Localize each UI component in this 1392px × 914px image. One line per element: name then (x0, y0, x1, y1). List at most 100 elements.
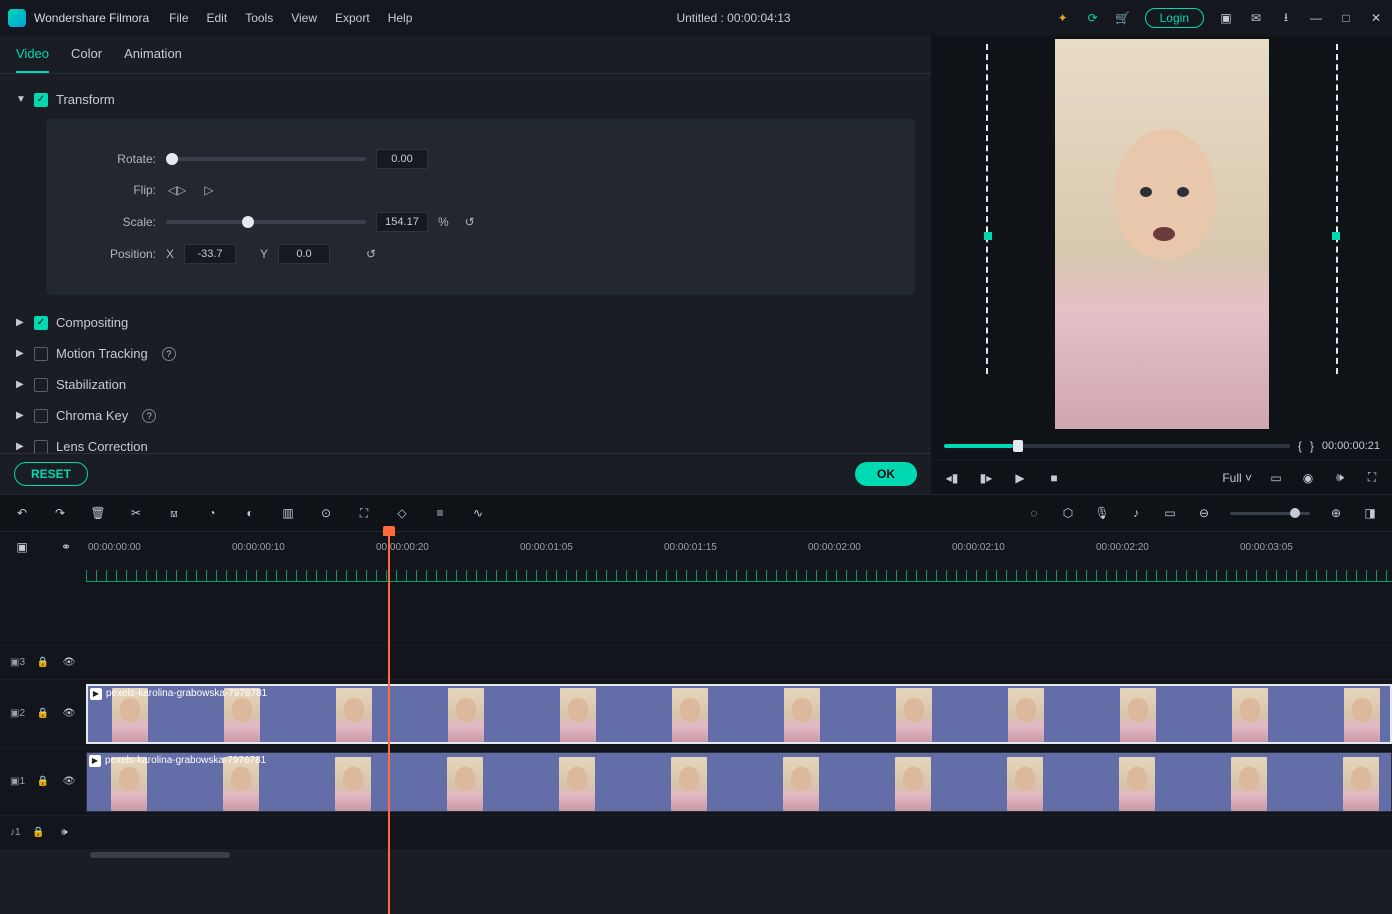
position-x-value[interactable]: -33.7 (184, 244, 236, 264)
lens-correction-checkbox[interactable] (34, 440, 48, 454)
save-icon[interactable]: ▣ (1218, 10, 1234, 26)
tab-animation[interactable]: Animation (124, 46, 182, 73)
ratio-icon[interactable]: ▭ (1162, 505, 1178, 521)
flip-horizontal-icon[interactable]: ◁▷ (166, 179, 188, 201)
timeline-ruler[interactable]: ▣ ⚭ 00:00:00:00 00:00:00:10 00:00:00:20 … (0, 532, 1392, 562)
help-icon[interactable]: ? (162, 347, 176, 361)
tab-color[interactable]: Color (71, 46, 102, 73)
section-chroma-key[interactable]: ▶ Chroma Key ? (16, 400, 915, 431)
crop-icon[interactable]: ⟏ (166, 505, 182, 521)
window-maximize-icon[interactable]: □ (1338, 10, 1354, 26)
delete-icon[interactable]: 🗑 (90, 505, 106, 521)
next-frame-icon[interactable]: ▮▸ (978, 470, 994, 486)
play-icon[interactable]: ▶ (1012, 470, 1028, 486)
cart-icon[interactable]: 🛒 (1115, 10, 1131, 26)
media-pool-icon[interactable]: ▣ (14, 539, 30, 555)
section-lens-correction[interactable]: ▶ Lens Correction (16, 431, 915, 453)
download-icon[interactable]: ⭳ (1278, 10, 1294, 26)
undo-icon[interactable]: ↶ (14, 505, 30, 521)
position-y-value[interactable]: 0.0 (278, 244, 330, 264)
keyframe-icon[interactable]: ◇ (394, 505, 410, 521)
tab-video[interactable]: Video (16, 46, 49, 73)
menu-help[interactable]: Help (388, 11, 413, 25)
position-reset-icon[interactable]: ↺ (360, 243, 382, 265)
color-icon[interactable]: ◐ (242, 505, 258, 521)
link-icon[interactable]: ⚭ (58, 539, 74, 555)
zoom-out-icon[interactable]: ⊖ (1196, 505, 1212, 521)
display-icon[interactable]: ▭ (1268, 470, 1284, 486)
section-compositing[interactable]: ▶ ✓ Compositing (16, 307, 915, 338)
ok-button[interactable]: OK (855, 462, 917, 486)
menu-file[interactable]: File (169, 11, 188, 25)
lock-icon[interactable]: 🔒 (35, 655, 51, 671)
fit-icon[interactable]: ⛶ (356, 505, 372, 521)
split-icon[interactable]: ✂ (128, 505, 144, 521)
lock-icon[interactable]: 🔒 (35, 706, 51, 722)
preview-progress[interactable] (944, 444, 1290, 448)
timeline-scrollbar[interactable] (0, 850, 1392, 860)
scale-reset-icon[interactable]: ↺ (459, 211, 481, 233)
eye-icon[interactable]: 👁 (61, 655, 77, 671)
adjust-icon[interactable]: ≡ (432, 505, 448, 521)
track-a1: ♪1 🔒 🕪 (0, 816, 1392, 850)
zoom-slider[interactable] (1230, 512, 1310, 515)
menu-tools[interactable]: Tools (245, 11, 273, 25)
refresh-icon[interactable]: ⟳ (1085, 10, 1101, 26)
bracket-right-icon[interactable]: } (1310, 439, 1314, 453)
video-clip[interactable]: ▶pexels-karolina-grabowska-7976781 (86, 752, 1392, 812)
eye-icon[interactable]: 👁 (61, 706, 77, 722)
snapshot-icon[interactable]: ◉ (1300, 470, 1316, 486)
ruler-tick: 00:00:00:10 (232, 542, 285, 553)
render-icon[interactable]: ◌ (1026, 505, 1042, 521)
compositing-checkbox[interactable]: ✓ (34, 316, 48, 330)
video-clip[interactable]: ▶pexels-karolina-grabowska-7976781 (86, 684, 1392, 744)
audio-icon[interactable]: ∿ (470, 505, 486, 521)
section-stabilization[interactable]: ▶ Stabilization (16, 369, 915, 400)
prev-frame-icon[interactable]: ◂▮ (944, 470, 960, 486)
menu-export[interactable]: Export (335, 11, 370, 25)
window-minimize-icon[interactable]: — (1308, 10, 1324, 26)
stop-icon[interactable]: ■ (1046, 470, 1062, 486)
crop-handle-icon[interactable] (1332, 232, 1340, 240)
track-empty[interactable] (0, 574, 1392, 646)
speed-icon[interactable]: ◔ (204, 505, 220, 521)
eye-icon[interactable]: 👁 (61, 774, 77, 790)
mail-icon[interactable]: ✉ (1248, 10, 1264, 26)
voiceover-icon[interactable]: 🎙 (1094, 505, 1110, 521)
section-transform[interactable]: ▼ ✓ Transform (16, 86, 915, 113)
chroma-key-checkbox[interactable] (34, 409, 48, 423)
duration-icon[interactable]: ⊙ (318, 505, 334, 521)
volume-icon[interactable]: 🕪 (1332, 470, 1348, 486)
transform-checkbox[interactable]: ✓ (34, 93, 48, 107)
rotate-slider[interactable] (166, 157, 366, 161)
login-button[interactable]: Login (1145, 8, 1204, 28)
lock-icon[interactable]: 🔒 (35, 774, 51, 790)
stabilization-checkbox[interactable] (34, 378, 48, 392)
scale-value[interactable]: 154.17 (376, 212, 428, 232)
help-icon[interactable]: ? (142, 409, 156, 423)
preview-canvas[interactable] (932, 36, 1392, 432)
window-close-icon[interactable]: ✕ (1368, 10, 1384, 26)
menu-view[interactable]: View (291, 11, 317, 25)
flip-vertical-icon[interactable]: ▷ (198, 179, 220, 201)
section-motion-tracking[interactable]: ▶ Motion Tracking ? (16, 338, 915, 369)
panel-toggle-icon[interactable]: ◨ (1362, 505, 1378, 521)
audio-mixer-icon[interactable]: ♪ (1128, 505, 1144, 521)
motion-tracking-checkbox[interactable] (34, 347, 48, 361)
redo-icon[interactable]: ↷ (52, 505, 68, 521)
fullscreen-icon[interactable]: ⛶ (1364, 470, 1380, 486)
marker-icon[interactable]: ⬡ (1060, 505, 1076, 521)
playhead[interactable] (388, 532, 390, 914)
menu-edit[interactable]: Edit (207, 11, 228, 25)
rotate-value[interactable]: 0.00 (376, 149, 428, 169)
bracket-left-icon[interactable]: { (1298, 439, 1302, 453)
green-screen-icon[interactable]: ▥ (280, 505, 296, 521)
lock-icon[interactable]: 🔒 (31, 825, 47, 841)
scale-slider[interactable] (166, 220, 366, 224)
quality-dropdown[interactable]: Full ˅ (1222, 471, 1252, 485)
mute-icon[interactable]: 🕪 (57, 825, 73, 841)
reset-button[interactable]: RESET (14, 462, 88, 486)
zoom-in-icon[interactable]: ⊕ (1328, 505, 1344, 521)
lightbulb-icon[interactable]: ✦ (1055, 10, 1071, 26)
crop-handle-icon[interactable] (984, 232, 992, 240)
